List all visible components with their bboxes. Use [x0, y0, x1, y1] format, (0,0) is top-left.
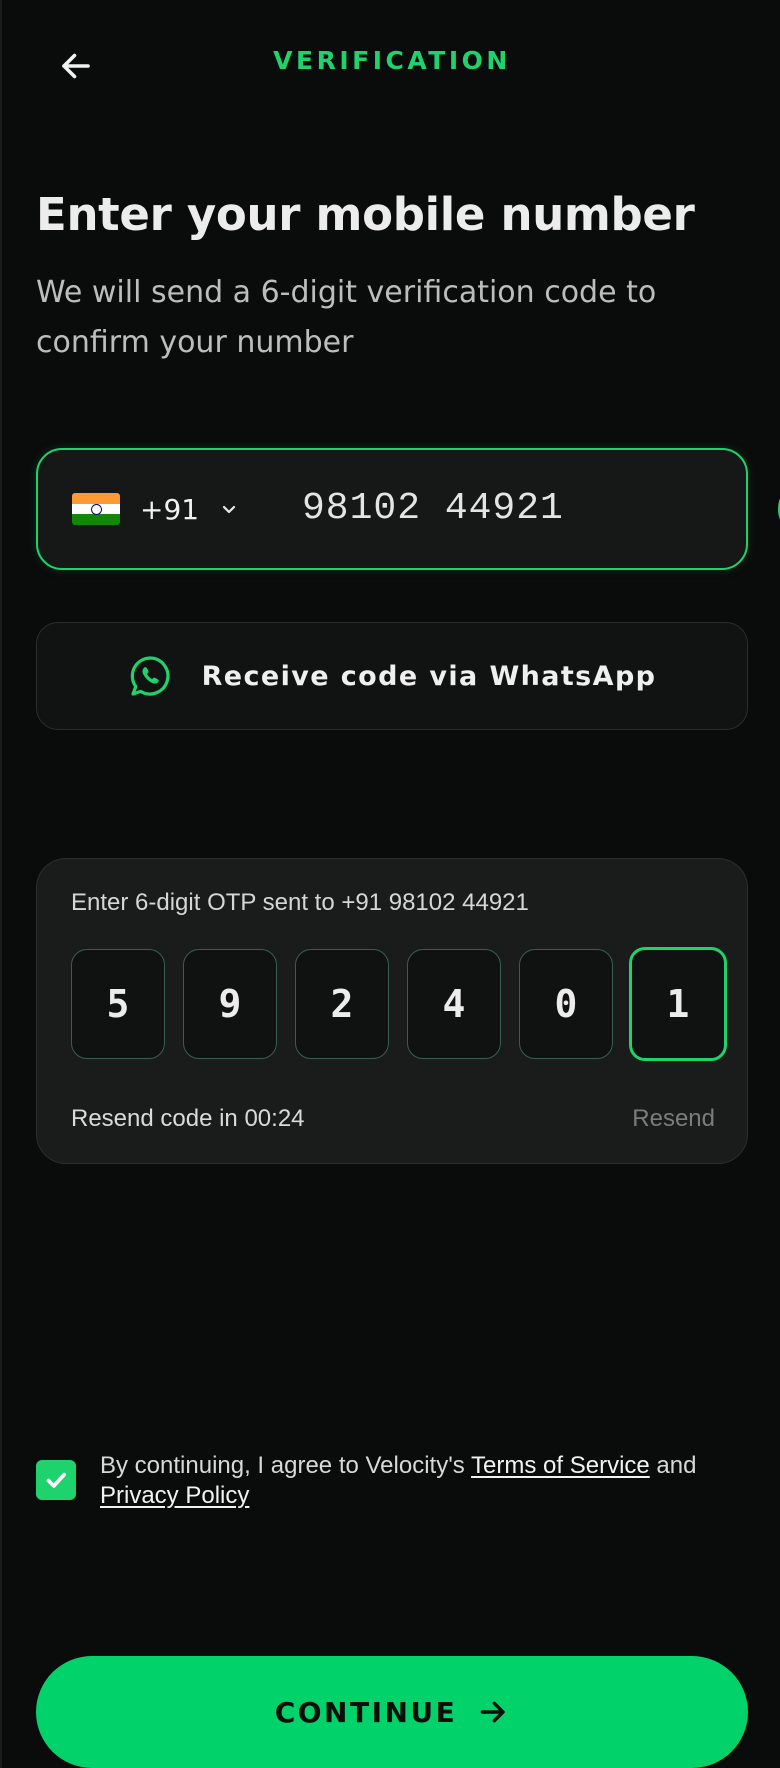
whatsapp-button[interactable]: Receive code via WhatsApp — [36, 622, 748, 730]
resend-timer: Resend code in 00:24 — [71, 1105, 305, 1132]
terms-of-service-link[interactable]: Terms of Service — [471, 1452, 650, 1479]
page-title: VERIFICATION — [273, 46, 511, 75]
otp-digit-box[interactable]: 9 — [183, 949, 277, 1059]
consent-conjunction: and — [649, 1452, 697, 1479]
continue-button-label: CONTINUE — [274, 1695, 458, 1729]
privacy-policy-link[interactable]: Privacy Policy — [100, 1482, 249, 1509]
arrow-right-icon — [477, 1696, 509, 1728]
continue-button[interactable]: CONTINUE — [36, 1656, 748, 1768]
otp-digit-box-active[interactable]: 1 — [629, 947, 727, 1061]
phone-input-field[interactable]: +91 98102 44921 — [36, 448, 748, 570]
verification-screen: VERIFICATION Enter your mobile number We… — [0, 0, 780, 1768]
subtext: We will send a 6-digit verification code… — [36, 275, 657, 360]
consent-text: By continuing, I agree to Velocity's Ter… — [100, 1451, 760, 1511]
otp-card: Enter 6-digit OTP sent to +91 98102 4492… — [36, 858, 748, 1164]
phone-number-input[interactable]: 98102 44921 — [302, 450, 564, 568]
checkmark-icon — [46, 1472, 66, 1488]
otp-prompt: Enter 6-digit OTP sent to +91 98102 4492… — [71, 889, 529, 916]
otp-digit-box[interactable]: 4 — [407, 949, 501, 1059]
india-flag-icon — [72, 493, 120, 525]
dial-code: +91 — [140, 492, 200, 526]
consent-checkbox[interactable] — [36, 1460, 76, 1500]
resend-button[interactable]: Resend — [632, 1105, 715, 1133]
consent-prefix: By continuing, I agree to Velocity's — [100, 1452, 472, 1479]
whatsapp-button-label: Receive code via WhatsApp — [201, 660, 657, 692]
otp-digit-box[interactable]: 0 — [519, 949, 613, 1059]
otp-digit-box[interactable]: 2 — [295, 949, 389, 1059]
country-code-picker[interactable]: +91 — [72, 450, 239, 568]
headline: Enter your mobile number — [36, 188, 695, 241]
chevron-down-icon — [219, 499, 239, 519]
whatsapp-icon — [128, 654, 172, 698]
otp-digit-box[interactable]: 5 — [71, 949, 165, 1059]
